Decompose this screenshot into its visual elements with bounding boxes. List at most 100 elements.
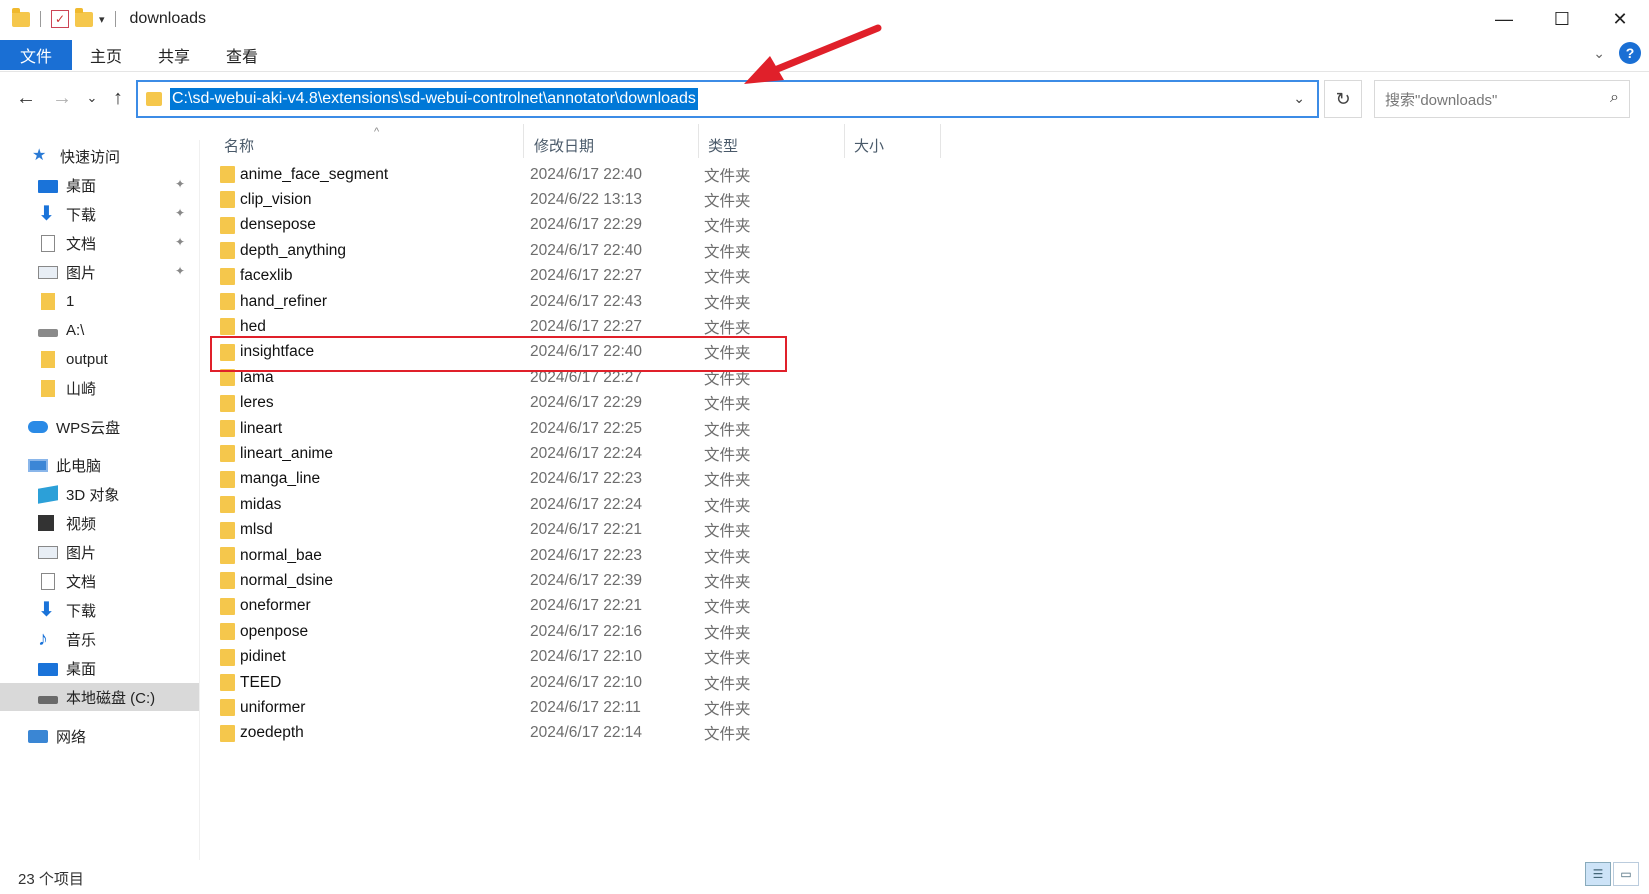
file-row[interactable]: normal_dsine 2024/6/17 22:39 文件夹 xyxy=(210,568,790,593)
file-row[interactable]: manga_line 2024/6/17 22:23 文件夹 xyxy=(210,467,790,492)
file-row[interactable]: leres 2024/6/17 22:29 文件夹 xyxy=(210,391,790,416)
file-row[interactable]: hand_refiner 2024/6/17 22:43 文件夹 xyxy=(210,289,790,314)
sidebar-item[interactable]: 文档 ✦ xyxy=(0,229,199,257)
column-divider[interactable] xyxy=(940,124,941,158)
file-name[interactable]: lineart_anime xyxy=(240,445,333,463)
file-row[interactable]: depth_anything 2024/6/17 22:40 文件夹 xyxy=(210,238,790,263)
sidebar-item[interactable]: 1 xyxy=(0,287,199,315)
file-name[interactable]: hed xyxy=(240,318,266,336)
sidebar-item[interactable]: 图片 xyxy=(0,538,199,566)
file-row[interactable]: clip_vision 2024/6/22 13:13 文件夹 xyxy=(210,187,790,212)
file-name[interactable]: clip_vision xyxy=(240,191,312,209)
back-button[interactable]: ← xyxy=(12,84,40,112)
file-row[interactable]: normal_bae 2024/6/17 22:23 文件夹 xyxy=(210,543,790,568)
customize-toolbar-icon[interactable]: ▾ xyxy=(99,13,105,26)
expand-ribbon-icon[interactable]: ⌄ xyxy=(1593,45,1605,62)
sidebar-item[interactable]: ♪ 音乐 xyxy=(0,625,199,653)
file-name[interactable]: manga_line xyxy=(240,470,320,488)
refresh-button[interactable]: ↻ xyxy=(1324,80,1362,118)
file-row[interactable]: midas 2024/6/17 22:24 文件夹 xyxy=(210,492,790,517)
new-folder-icon[interactable] xyxy=(75,7,93,27)
tab-home[interactable]: 主页 xyxy=(72,40,140,70)
file-row[interactable]: lineart_anime 2024/6/17 22:24 文件夹 xyxy=(210,441,790,466)
sidebar-item[interactable]: 文档 xyxy=(0,567,199,595)
file-row[interactable]: zoedepth 2024/6/17 22:14 文件夹 xyxy=(210,721,790,746)
file-name[interactable]: normal_bae xyxy=(240,547,322,565)
file-name[interactable]: facexlib xyxy=(240,267,293,285)
file-row[interactable]: facexlib 2024/6/17 22:27 文件夹 xyxy=(210,264,790,289)
search-icon[interactable]: ⌕ xyxy=(1610,89,1619,107)
file-name[interactable]: hand_refiner xyxy=(240,293,327,311)
address-path[interactable]: C:\sd-webui-aki-v4.8\extensions\sd-webui… xyxy=(170,88,698,110)
sidebar-item[interactable]: ★ 快速访问 xyxy=(0,142,199,170)
file-name[interactable]: oneformer xyxy=(240,597,311,615)
column-header-modified[interactable]: 修改日期 xyxy=(534,130,594,160)
sidebar-item[interactable]: 桌面 xyxy=(0,654,199,682)
sidebar-item[interactable]: 图片 ✦ xyxy=(0,258,199,286)
up-button[interactable]: ↑ xyxy=(104,84,132,112)
tab-share[interactable]: 共享 xyxy=(140,40,208,70)
minimize-button[interactable]: — xyxy=(1475,0,1533,38)
sidebar-item[interactable]: 3D 对象 xyxy=(0,480,199,508)
properties-icon[interactable]: ✓ xyxy=(51,10,69,28)
sidebar-item[interactable]: 网络 xyxy=(0,722,199,750)
file-name[interactable]: depth_anything xyxy=(240,242,346,260)
file-name[interactable]: uniformer xyxy=(240,699,305,717)
file-name[interactable]: leres xyxy=(240,394,274,412)
file-name[interactable]: openpose xyxy=(240,623,308,641)
file-row[interactable]: densepose 2024/6/17 22:29 文件夹 xyxy=(210,213,790,238)
close-button[interactable]: ✕ xyxy=(1591,0,1649,38)
file-name[interactable]: lineart xyxy=(240,420,282,438)
file-name[interactable]: zoedepth xyxy=(240,724,304,742)
file-name[interactable]: midas xyxy=(240,496,281,514)
pin-icon[interactable]: ✦ xyxy=(175,235,185,249)
pin-icon[interactable]: ✦ xyxy=(175,177,185,191)
forward-button[interactable]: → xyxy=(48,84,76,112)
sidebar-item[interactable]: WPS云盘 xyxy=(0,413,199,441)
file-row[interactable]: uniformer 2024/6/17 22:11 文件夹 xyxy=(210,695,790,720)
pin-icon[interactable]: ✦ xyxy=(175,206,185,220)
sidebar-item[interactable]: 此电脑 xyxy=(0,451,199,479)
sidebar-item[interactable]: 桌面 ✦ xyxy=(0,171,199,199)
file-name[interactable]: normal_dsine xyxy=(240,572,333,590)
file-row[interactable]: openpose 2024/6/17 22:16 文件夹 xyxy=(210,619,790,644)
file-type: 文件夹 xyxy=(704,497,751,515)
search-input[interactable]: 搜索"downloads" ⌕ xyxy=(1374,80,1630,118)
sidebar-item[interactable]: ⬇ 下载 ✦ xyxy=(0,200,199,228)
file-name[interactable]: TEED xyxy=(240,674,281,692)
chevron-down-icon[interactable]: ⌄ xyxy=(1293,90,1305,107)
recent-locations-button[interactable]: ⌄ xyxy=(78,84,106,112)
file-row[interactable]: mlsd 2024/6/17 22:21 文件夹 xyxy=(210,518,790,543)
sidebar-item-label: 下载 xyxy=(66,206,97,224)
help-icon[interactable]: ? xyxy=(1619,42,1641,64)
sidebar-item[interactable]: ⬇ 下载 xyxy=(0,596,199,624)
maximize-button[interactable]: ☐ xyxy=(1533,0,1591,38)
tab-file[interactable]: 文件 xyxy=(0,39,72,70)
file-name[interactable]: anime_face_segment xyxy=(240,166,388,184)
sidebar-item[interactable]: 视频 xyxy=(0,509,199,537)
large-icons-view-icon[interactable]: ▭ xyxy=(1613,862,1639,886)
file-name[interactable]: pidinet xyxy=(240,648,286,666)
file-row[interactable]: lineart 2024/6/17 22:25 文件夹 xyxy=(210,416,790,441)
file-row[interactable]: TEED 2024/6/17 22:10 文件夹 xyxy=(210,670,790,695)
file-row[interactable]: anime_face_segment 2024/6/17 22:40 文件夹 xyxy=(210,162,790,187)
pin-icon[interactable]: ✦ xyxy=(175,264,185,278)
address-bar[interactable]: C:\sd-webui-aki-v4.8\extensions\sd-webui… xyxy=(136,80,1319,118)
column-divider[interactable] xyxy=(844,124,845,158)
column-header-name[interactable]: 名称 ^ xyxy=(224,126,379,160)
file-row[interactable]: oneformer 2024/6/17 22:21 文件夹 xyxy=(210,594,790,619)
sidebar-item[interactable]: 本地磁盘 (C:) xyxy=(0,683,199,711)
details-view-icon[interactable]: ☰ xyxy=(1585,862,1611,886)
tab-view[interactable]: 查看 xyxy=(208,40,276,70)
file-name[interactable]: densepose xyxy=(240,216,316,234)
file-name[interactable]: mlsd xyxy=(240,521,273,539)
sidebar-item[interactable]: A:\ xyxy=(0,316,199,344)
column-divider[interactable] xyxy=(523,124,524,158)
sidebar-item[interactable]: 山崎 xyxy=(0,374,199,402)
column-divider[interactable] xyxy=(698,124,699,158)
file-row[interactable]: pidinet 2024/6/17 22:10 文件夹 xyxy=(210,645,790,670)
column-header-size[interactable]: 大小 xyxy=(854,130,884,160)
sidebar-item[interactable]: output xyxy=(0,345,199,373)
folder-icon xyxy=(41,350,55,368)
column-header-type[interactable]: 类型 xyxy=(708,130,738,160)
